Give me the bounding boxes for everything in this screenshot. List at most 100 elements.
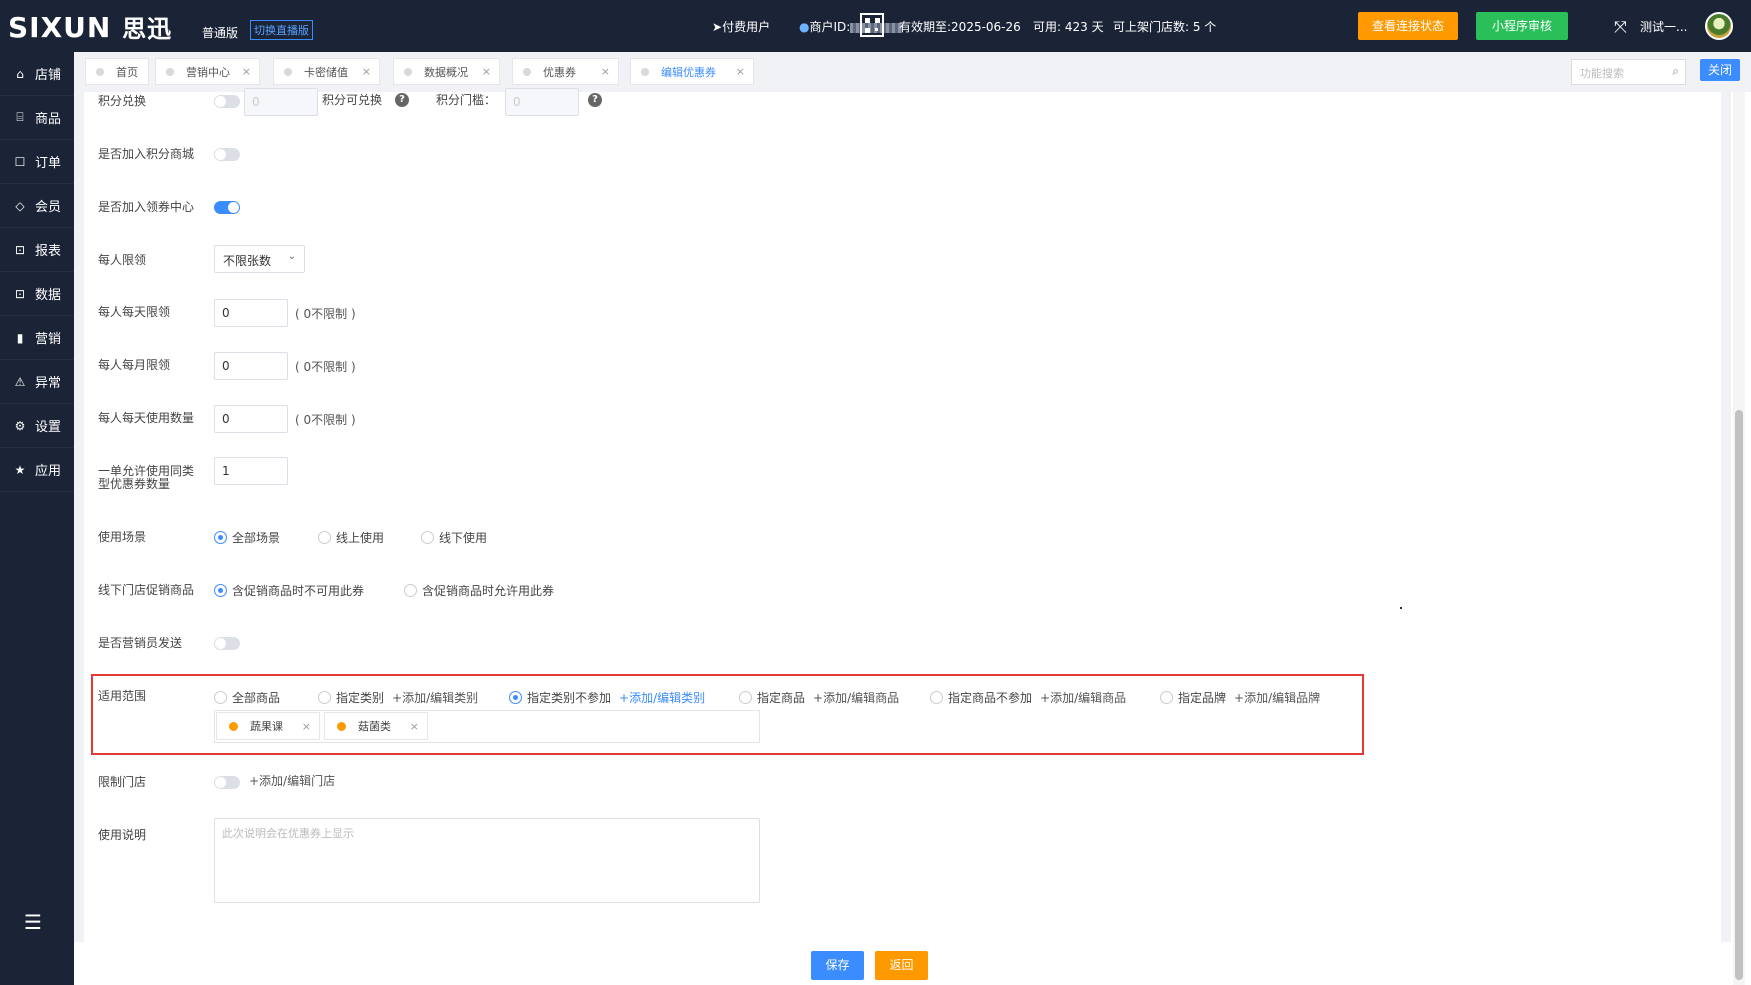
scene-all-radio[interactable]: 全部场景 bbox=[214, 529, 280, 546]
back-button[interactable]: 返回 bbox=[875, 951, 928, 980]
points-exchange-input[interactable]: 0 bbox=[244, 88, 318, 116]
add-edit-brand-link[interactable]: +添加/编辑品牌 bbox=[1234, 689, 1320, 706]
sales-send-toggle[interactable] bbox=[214, 637, 240, 650]
stray-dot bbox=[1400, 607, 1402, 609]
radio-circle bbox=[404, 584, 417, 597]
points-threshold-label: 积分门槛： bbox=[436, 93, 497, 107]
avatar[interactable] bbox=[1705, 12, 1733, 40]
close-icon[interactable]: × bbox=[410, 720, 419, 733]
switch-live-button[interactable]: 切换直播版 bbox=[250, 20, 313, 40]
promo-allow-radio[interactable]: 含促销商品时允许用此券 bbox=[404, 582, 554, 599]
radio-circle bbox=[214, 531, 227, 544]
sidebar-item-orders[interactable]: ☐ 订单 bbox=[0, 140, 74, 184]
content-area bbox=[74, 92, 1731, 942]
logo: SIXUN 思迅 bbox=[8, 11, 173, 44]
close-icon[interactable]: × bbox=[601, 65, 610, 78]
save-button[interactable]: 保存 bbox=[811, 951, 864, 980]
paper-plane-icon: ➤ bbox=[712, 20, 723, 34]
scope-goods-exclude-radio[interactable]: 指定商品不参加 +添加/编辑商品 bbox=[930, 689, 1126, 706]
valid-until: 有效期至:2025-06-26 bbox=[899, 20, 1021, 34]
monthly-limit-input[interactable]: 0 bbox=[214, 352, 288, 380]
gear-icon: ⚙ bbox=[14, 418, 26, 433]
sidebar-item-data[interactable]: ⊡ 数据 bbox=[0, 272, 74, 316]
tab-edit-coupon[interactable]: 编辑优惠券 × bbox=[630, 58, 754, 85]
sidebar-item-goods[interactable]: ⌸ 商品 bbox=[0, 96, 74, 140]
scope-goods-radio[interactable]: 指定商品 +添加/编辑商品 bbox=[739, 689, 899, 706]
points-exchange-label: 积分兑换 bbox=[98, 94, 147, 108]
usage-desc-textarea[interactable]: 此次说明会在优惠券上显示 bbox=[214, 818, 760, 903]
limit-store-toggle[interactable] bbox=[214, 776, 240, 789]
same-type-label-line2: 型优惠券数量 bbox=[98, 477, 171, 491]
radio-circle bbox=[1160, 691, 1173, 704]
function-search-input[interactable]: 功能搜索 ⌕ bbox=[1571, 59, 1686, 85]
sidebar-item-marketing[interactable]: ▮ 营销 bbox=[0, 316, 74, 360]
radio-circle bbox=[214, 584, 227, 597]
add-edit-category-link[interactable]: +添加/编辑类别 bbox=[619, 689, 705, 706]
tabs-bar: 首页 营销中心 × 卡密储值 × 数据概况 × 优惠券 × 编辑优惠券 × bbox=[74, 52, 1751, 92]
tab-marketing-center[interactable]: 营销中心 × bbox=[155, 58, 260, 85]
fullscreen-icon[interactable]: ⤧ bbox=[1614, 17, 1627, 37]
paid-user-badge: ➤付费用户 bbox=[712, 20, 771, 34]
tab-dot bbox=[404, 67, 412, 76]
points-threshold-input[interactable]: 0 bbox=[505, 88, 579, 116]
sidebar-item-store[interactable]: ⌂ 店铺 bbox=[0, 52, 74, 96]
close-icon[interactable]: × bbox=[362, 65, 371, 78]
store-icon: ⌂ bbox=[16, 66, 24, 81]
sidebar-item-apps[interactable]: ★ 应用 bbox=[0, 448, 74, 492]
chevron-down-icon: ⌄ bbox=[287, 251, 296, 262]
order-icon: ☐ bbox=[14, 154, 26, 169]
scope-brand-radio[interactable]: 指定品牌 +添加/编辑品牌 bbox=[1160, 689, 1320, 706]
daily-use-hint: ( 0不限制 ) bbox=[295, 413, 356, 427]
scene-online-radio[interactable]: 线上使用 bbox=[318, 529, 384, 546]
close-icon[interactable]: × bbox=[736, 65, 745, 78]
points-exchange-toggle[interactable] bbox=[214, 95, 240, 108]
help-icon[interactable]: ? bbox=[395, 93, 409, 107]
scene-offline-radio[interactable]: 线下使用 bbox=[421, 529, 487, 546]
daily-limit-input[interactable]: 0 bbox=[214, 299, 288, 327]
close-tabs-button[interactable]: 关闭 bbox=[1700, 59, 1740, 81]
scope-all-goods-radio[interactable]: 全部商品 bbox=[214, 689, 280, 706]
add-edit-goods-link[interactable]: +添加/编辑商品 bbox=[813, 689, 899, 706]
sidebar-item-members[interactable]: ◇ 会员 bbox=[0, 184, 74, 228]
member-icon: ◇ bbox=[15, 198, 25, 213]
sales-send-label: 是否营销员发送 bbox=[98, 636, 183, 650]
tab-dot bbox=[166, 67, 174, 76]
add-edit-store-link[interactable]: +添加/编辑门店 bbox=[249, 772, 335, 789]
tab-home[interactable]: 首页 bbox=[85, 58, 149, 85]
help-icon[interactable]: ? bbox=[588, 93, 602, 107]
tab-data-overview[interactable]: 数据概况 × bbox=[393, 58, 500, 85]
daily-use-input[interactable]: 0 bbox=[214, 405, 288, 433]
add-edit-goods-link[interactable]: +添加/编辑商品 bbox=[1040, 689, 1126, 706]
monthly-limit-hint: ( 0不限制 ) bbox=[295, 360, 356, 374]
sidebar: ⌂ 店铺 ⌸ 商品 ☐ 订单 ◇ 会员 ⊡ 报表 ⊡ 数据 ▮ 营销 ⚠ 异常 ⚙ 设置 ★ 应用 … bbox=[0, 52, 74, 985]
tab-card-stored-value[interactable]: 卡密储值 × bbox=[273, 58, 380, 85]
scope-category-exclude-radio[interactable]: 指定类别不参加 +添加/编辑类别 bbox=[509, 689, 705, 706]
sidebar-item-reports[interactable]: ⊡ 报表 bbox=[0, 228, 74, 272]
close-icon[interactable]: × bbox=[302, 720, 311, 733]
sidebar-item-exceptions[interactable]: ⚠ 异常 bbox=[0, 360, 74, 404]
close-icon[interactable]: × bbox=[242, 65, 251, 78]
check-connection-button[interactable]: 查看连接状态 bbox=[1358, 12, 1458, 40]
same-type-count-input[interactable]: 1 bbox=[214, 457, 288, 485]
scrollbar-thumb[interactable] bbox=[1735, 410, 1743, 980]
scope-category-radio[interactable]: 指定类别 +添加/编辑类别 bbox=[318, 689, 478, 706]
menu-collapse-icon[interactable]: ☰ bbox=[24, 910, 42, 934]
available-days: 可用: 423 天 bbox=[1033, 20, 1104, 34]
per-person-limit-select[interactable]: 不限张数 ⌄ bbox=[214, 245, 305, 273]
data-icon: ⊡ bbox=[14, 286, 26, 301]
usage-desc-label: 使用说明 bbox=[98, 828, 147, 842]
gift-icon: ⌸ bbox=[16, 110, 24, 124]
promo-disallow-radio[interactable]: 含促销商品时不可用此券 bbox=[214, 582, 364, 599]
drop-icon: ● bbox=[799, 20, 810, 34]
user-name[interactable]: 测试一... bbox=[1640, 18, 1687, 35]
join-points-mall-toggle[interactable] bbox=[214, 148, 240, 161]
add-edit-category-link[interactable]: +添加/编辑类别 bbox=[392, 689, 478, 706]
sidebar-item-settings[interactable]: ⚙ 设置 bbox=[0, 404, 74, 448]
radio-circle bbox=[318, 691, 331, 704]
close-icon[interactable]: × bbox=[482, 65, 491, 78]
scope-label: 适用范围 bbox=[98, 689, 147, 703]
tab-coupons[interactable]: 优惠券 × bbox=[512, 58, 619, 85]
qr-code-icon[interactable] bbox=[860, 13, 884, 37]
miniprogram-review-button[interactable]: 小程序审核 bbox=[1476, 12, 1568, 40]
join-coupon-center-toggle[interactable] bbox=[214, 201, 240, 214]
